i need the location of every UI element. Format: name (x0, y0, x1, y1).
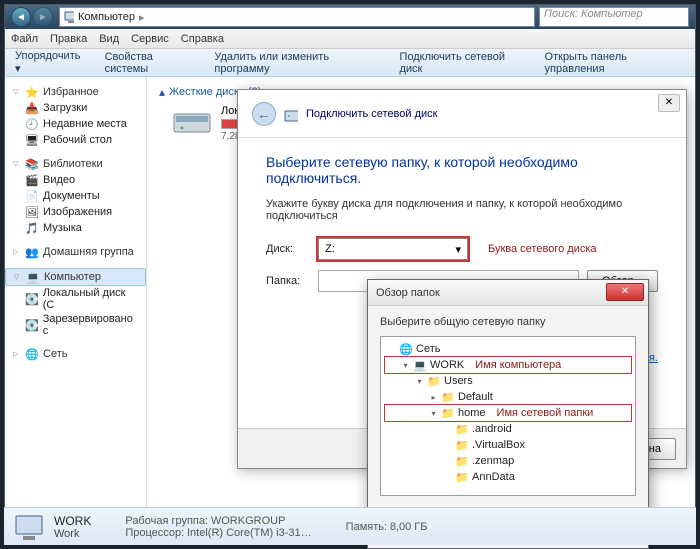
menubar: Файл Правка Вид Сервис Справка (5, 29, 695, 49)
wizard-subtitle: Укажите букву диска для подключения и па… (266, 198, 658, 222)
menu-file[interactable]: Файл (11, 33, 38, 45)
pictures-icon: 🖼 (25, 205, 39, 219)
back-arrow-icon[interactable]: ← (252, 102, 276, 126)
folder-label: Папка: (266, 275, 310, 287)
tree-node-zenmap[interactable]: 📁.zenmap (385, 453, 631, 469)
folder-icon: 📁 (427, 374, 441, 388)
status-workgroup: Рабочая группа: WORKGROUP Процессор: Int… (125, 515, 311, 539)
video-icon: 🎬 (25, 173, 39, 187)
annotation-share-name: Имя сетевой папки (497, 407, 594, 419)
music-icon: 🎵 (25, 221, 39, 235)
wizard-heading: Выберите сетевую папку, к которой необхо… (266, 154, 658, 186)
map-drive-icon (284, 107, 298, 121)
status-computer-name: WORK (54, 514, 91, 528)
wizard-header: ← Подключить сетевой диск (238, 90, 686, 138)
tree-node-home[interactable]: ▾📁homeИмя сетевой папки (385, 405, 631, 421)
browse-body: Выберите общую сетевую папку 🌐Сеть ▾💻WOR… (368, 306, 648, 506)
titlebar: ◄ ► Компьютер ▸ Поиск: Компьютер (5, 5, 695, 29)
annotation-computer-name: Имя компьютера (475, 359, 561, 371)
folder-icon: 📁 (455, 438, 469, 452)
status-memory: Память: 8,00 ГБ (346, 521, 428, 533)
tree-node-virtualbox[interactable]: 📁.VirtualBox (385, 437, 631, 453)
sidebar-libraries-header[interactable]: 📚Библиотеки (5, 156, 146, 172)
folder-icon: 📁 (455, 454, 469, 468)
tb-organize[interactable]: Упорядочить ▾ (15, 50, 87, 75)
status-sub: Work (54, 528, 91, 540)
disk-annotation: Буква сетевого диска (488, 243, 597, 255)
tb-control-panel[interactable]: Открыть панель управления (545, 51, 685, 75)
sidebar-network[interactable]: 🌐Сеть (5, 346, 146, 362)
tree-node-default[interactable]: ▸📁Default (385, 389, 631, 405)
nav-back-button[interactable]: ◄ (11, 7, 31, 27)
folder-tree[interactable]: 🌐Сеть ▾💻WORKИмя компьютера ▾📁Users ▸📁Def… (380, 336, 636, 496)
document-icon: 📄 (25, 189, 39, 203)
sidebar-item-downloads[interactable]: 📥Загрузки (5, 100, 146, 116)
menu-view[interactable]: Вид (99, 33, 119, 45)
tb-uninstall[interactable]: Удалить или изменить программу (214, 51, 381, 75)
recent-icon: 🕘 (25, 117, 39, 131)
tree-node-anndata[interactable]: 📁AnnData (385, 469, 631, 485)
nav-forward-button[interactable]: ► (33, 7, 53, 27)
disk-letter-select[interactable]: Z: ▾ (318, 238, 468, 260)
star-icon: ⭐ (25, 85, 39, 99)
breadcrumb-sep: ▸ (139, 11, 145, 24)
computer-icon: 💻 (26, 270, 40, 284)
sidebar-item-recent[interactable]: 🕘Недавние места (5, 116, 146, 132)
wizard-close-button[interactable]: ✕ (658, 94, 680, 112)
explorer-window: ◄ ► Компьютер ▸ Поиск: Компьютер Файл Пр… (4, 4, 696, 545)
network-icon: 🌐 (399, 342, 413, 356)
computer-icon (64, 10, 78, 24)
disk-label: Диск: (266, 243, 310, 255)
sidebar-item-videos[interactable]: 🎬Видео (5, 172, 146, 188)
computer-icon: 💻 (413, 358, 427, 372)
folder-icon: 📁 (441, 390, 455, 404)
toolbar: Упорядочить ▾ Свойства системы Удалить и… (5, 49, 695, 77)
search-input[interactable]: Поиск: Компьютер (539, 7, 689, 27)
sidebar-item-music[interactable]: 🎵Музыка (5, 220, 146, 236)
homegroup-icon: 👥 (25, 245, 39, 259)
browse-titlebar: Обзор папок ✕ (368, 280, 648, 306)
drive-icon: 💽 (25, 292, 39, 306)
downloads-icon: 📥 (25, 101, 39, 115)
desktop-icon: 🖥 (25, 133, 39, 147)
breadcrumb[interactable]: Компьютер (78, 11, 135, 23)
sidebar-favorites-header[interactable]: ⭐Избранное (5, 84, 146, 100)
menu-help[interactable]: Справка (181, 33, 224, 45)
sidebar-item-desktop[interactable]: 🖥Рабочий стол (5, 132, 146, 148)
browse-close-button[interactable]: ✕ (606, 283, 644, 301)
sidebar-item-reserved[interactable]: 💽Зарезервировано с (5, 312, 146, 338)
address-bar[interactable]: Компьютер ▸ (59, 7, 535, 27)
tree-node-network[interactable]: 🌐Сеть (385, 341, 631, 357)
sidebar-computer[interactable]: 💻Компьютер (5, 268, 146, 286)
menu-tools[interactable]: Сервис (131, 33, 169, 45)
drive-icon (171, 105, 213, 137)
sidebar-item-localdisk[interactable]: 💽Локальный диск (C (5, 286, 146, 312)
sidebar-item-pictures[interactable]: 🖼Изображения (5, 204, 146, 220)
tb-system-props[interactable]: Свойства системы (105, 51, 197, 75)
tree-node-work[interactable]: ▾💻WORKИмя компьютера (385, 357, 631, 373)
sidebar-homegroup[interactable]: 👥Домашняя группа (5, 244, 146, 260)
status-name-block: WORK Work (54, 514, 91, 540)
computer-large-icon (14, 512, 44, 542)
folder-icon: 📁 (455, 422, 469, 436)
chevron-down-icon: ▾ (455, 243, 461, 256)
browse-title: Обзор папок (376, 287, 440, 299)
folder-icon: 📁 (455, 470, 469, 484)
network-icon: 🌐 (25, 347, 39, 361)
tb-map-drive[interactable]: Подключить сетевой диск (399, 51, 526, 75)
folder-icon: 📁 (441, 406, 455, 420)
sidebar-item-documents[interactable]: 📄Документы (5, 188, 146, 204)
browse-subtitle: Выберите общую сетевую папку (380, 316, 636, 328)
tree-node-android[interactable]: 📁.android (385, 421, 631, 437)
sidebar: ⭐Избранное 📥Загрузки 🕘Недавние места 🖥Ра… (5, 77, 147, 544)
menu-edit[interactable]: Правка (50, 33, 87, 45)
drive-icon: 💽 (25, 318, 39, 332)
status-bar: WORK Work Рабочая группа: WORKGROUP Проц… (4, 507, 696, 545)
wizard-title-small: Подключить сетевой диск (306, 108, 437, 120)
libraries-icon: 📚 (25, 157, 39, 171)
tree-node-users[interactable]: ▾📁Users (385, 373, 631, 389)
